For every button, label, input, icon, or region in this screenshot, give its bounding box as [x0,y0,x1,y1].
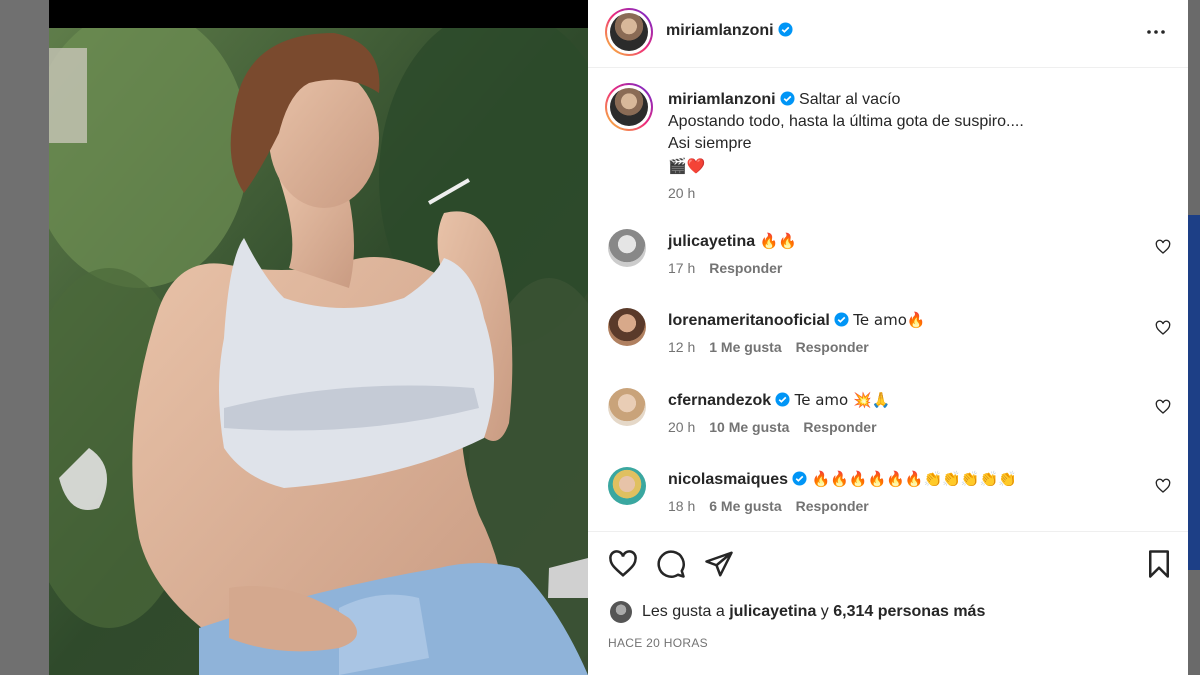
comment-icon[interactable] [656,549,686,579]
more-icon[interactable] [1144,20,1168,44]
liker-avatar[interactable] [610,601,632,623]
comment-time[interactable]: 17 h [668,260,695,276]
comment-time[interactable]: 12 h [668,339,695,355]
comment-username[interactable]: cfernandezok [668,392,771,409]
caption-avatar[interactable] [605,83,653,131]
heart-icon[interactable] [1155,239,1171,255]
heart-icon[interactable] [1155,399,1171,415]
likes-summary: Les gusta a julicayetina y 6,314 persona… [610,600,985,624]
comment-avatar[interactable] [608,467,646,505]
comment-username[interactable]: julicayetina [668,233,755,250]
post-date[interactable]: HACE 20 HORAS [608,636,708,650]
comment-meta: 18 h 6 Me gusta Responder [668,498,883,514]
comment-likes[interactable]: 1 Me gusta [709,339,781,355]
reply-button[interactable]: Responder [803,419,876,435]
verified-icon [834,312,849,327]
divider [588,531,1188,532]
photo-top-band [49,0,588,28]
comment-avatar[interactable] [608,308,646,346]
comment-time[interactable]: 20 h [668,419,695,435]
comment-meta: 12 h 1 Me gusta Responder [668,339,883,355]
post-panel: miriamlanzoni miriamlanzoni Saltar al va… [588,0,1188,675]
comment-time[interactable]: 18 h [668,498,695,514]
author-username[interactable]: miriamlanzoni [666,22,793,40]
reply-button[interactable]: Responder [796,339,869,355]
likes-prefix: Les gusta a [642,603,725,620]
reply-button[interactable]: Responder [709,260,782,276]
comment-username[interactable]: lorenameritanooficial [668,312,830,329]
author-username-text[interactable]: miriamlanzoni [666,22,774,39]
comment-item: nicolasmaiques 🔥🔥🔥🔥🔥🔥👏👏👏👏👏 18 h 6 Me gust… [588,467,1188,537]
reply-button[interactable]: Responder [796,498,869,514]
comment-username[interactable]: nicolasmaiques [668,471,788,488]
comment-avatar[interactable] [608,229,646,267]
likes-user[interactable]: julicayetina [729,603,816,621]
comment-avatar[interactable] [608,388,646,426]
photo-image [49,28,588,675]
likes-joiner: y [820,603,829,620]
background-right [1188,0,1200,675]
caption-line-2: Apostando todo, hasta la última gota de … [668,113,1024,130]
verified-icon [792,471,807,486]
comment-text: 🔥🔥🔥🔥🔥🔥👏👏👏👏👏 [811,470,1017,488]
likes-count[interactable]: 6,314 personas más [833,603,985,621]
comment-likes[interactable]: 10 Me gusta [709,419,789,435]
caption-time[interactable]: 20 h [668,182,1168,204]
comment-text: Te amo🔥 [853,311,926,329]
heart-icon[interactable] [608,549,638,579]
caption: miriamlanzoni Saltar al vacío Apostando … [668,89,1168,204]
comment-item: cfernandezok Te amo 💥🙏 20 h 10 Me gusta Re… [588,388,1188,458]
caption-line-1: Saltar al vacío [799,91,901,108]
comment-text: Te amo 💥🙏 [794,391,891,409]
comment-meta: 17 h Responder [668,260,796,276]
comment-likes[interactable]: 6 Me gusta [709,498,781,514]
verified-icon [775,392,790,407]
comment-item: julicayetina 🔥🔥 17 h Responder [588,229,1188,299]
caption-line-3: Asi siempre [668,135,752,152]
caption-emojis: 🎬❤️ [668,157,706,175]
comment-item: lorenameritanooficial Te amo🔥 12 h 1 Me g… [588,308,1188,378]
verified-icon [780,91,795,106]
background-left [0,0,49,675]
background-strip [1188,215,1200,570]
bookmark-icon[interactable] [1144,549,1174,579]
verified-icon [778,22,793,37]
post-photo[interactable] [49,0,588,675]
heart-icon[interactable] [1155,320,1171,336]
post-header: miriamlanzoni [588,0,1188,68]
share-icon[interactable] [704,549,734,579]
comment-text: 🔥🔥 [759,232,797,250]
caption-username[interactable]: miriamlanzoni [668,91,776,108]
heart-icon[interactable] [1155,478,1171,494]
comment-meta: 20 h 10 Me gusta Responder [668,419,891,435]
author-avatar[interactable] [605,8,653,56]
